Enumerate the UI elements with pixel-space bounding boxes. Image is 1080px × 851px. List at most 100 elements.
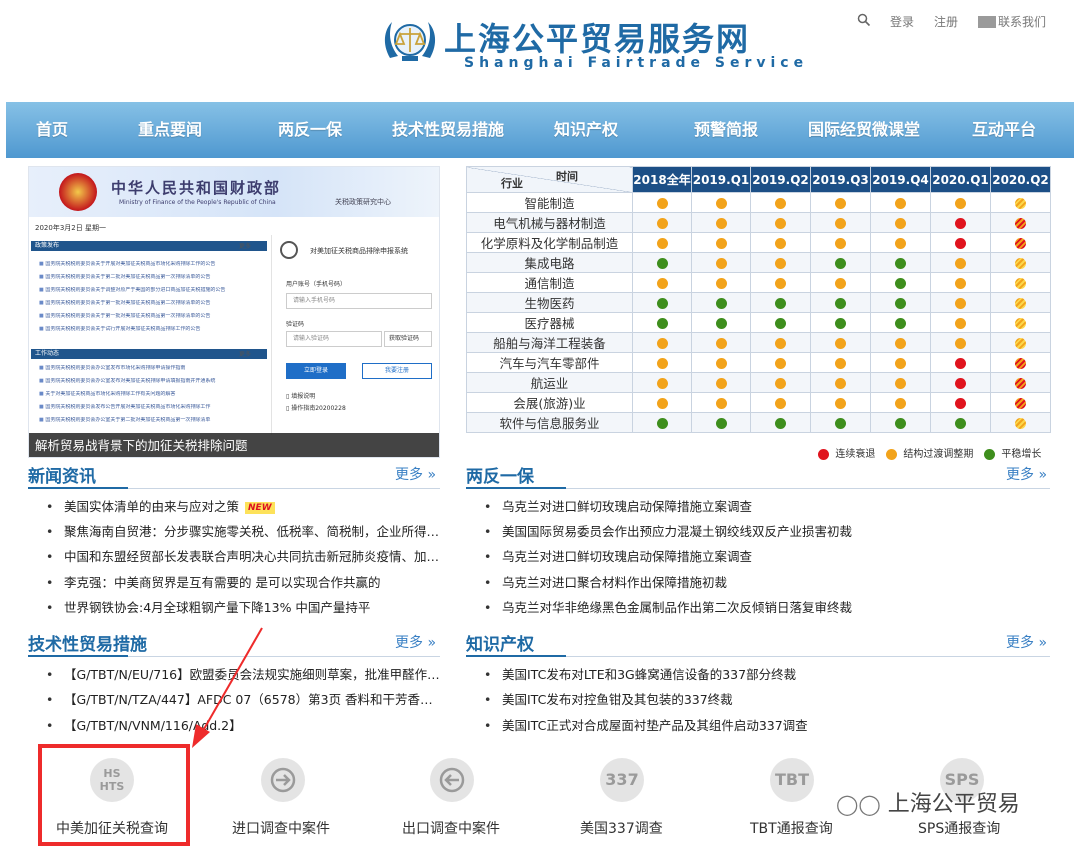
status-dot-icon (1015, 417, 1026, 429)
status-dot-icon (955, 257, 966, 269)
table-row: 通信制造 (466, 272, 1051, 293)
status-dot-icon (715, 197, 727, 209)
ip-item[interactable]: 美国ITC发布对控鱼钳及其包装的337终裁 (484, 689, 1050, 708)
status-dot-icon (1015, 317, 1026, 329)
register-link[interactable]: 注册 (934, 13, 958, 30)
status-dot-icon (775, 417, 786, 429)
status-cell (691, 332, 751, 353)
status-cell (930, 192, 991, 213)
login-link[interactable]: 登录 (890, 13, 914, 30)
status-dot-icon (1015, 297, 1026, 309)
tool-337[interactable]: 337 (600, 758, 644, 802)
tool-label[interactable]: TBT通报查询 (750, 818, 833, 838)
status-cell (870, 192, 931, 213)
tool-export-cases[interactable] (430, 758, 474, 802)
ip-item[interactable]: 美国ITC正式对合成屋面衬垫产品及其组件启动337调查 (484, 715, 1050, 734)
banner-register-button: 我要注册 (362, 363, 432, 379)
news-section-title[interactable]: 新闻资讯 (28, 462, 96, 487)
status-dot-icon (715, 357, 727, 369)
nav-microclass[interactable]: 国际经贸微课堂 (808, 102, 920, 158)
trade-more-link[interactable]: 更多 » (1006, 464, 1047, 484)
nav-tbt[interactable]: 技术性贸易措施 (392, 102, 504, 158)
feature-banner[interactable]: 中华人民共和国财政部 Ministry of Finance of the Pe… (28, 166, 440, 458)
status-dot-icon (656, 257, 668, 269)
nav-warning[interactable]: 预警简报 (694, 102, 758, 158)
list-item: 国务院关税税则委员会发布公告开展对美加征关税商品市场化采购排除工作 (39, 404, 269, 411)
search-icon[interactable] (857, 13, 871, 30)
status-dot-icon (775, 257, 786, 269)
nav-anti-dumping[interactable]: 两反一保 (278, 102, 342, 158)
status-cell (632, 212, 692, 233)
industry-name: 软件与信息服务业 (466, 412, 633, 433)
tbt-more-link[interactable]: 更多 » (395, 632, 436, 652)
status-dot-icon (835, 377, 846, 389)
status-cell (990, 252, 1051, 273)
status-cell (750, 332, 811, 353)
status-cell (930, 372, 991, 393)
period-header: 2018全年 (632, 166, 692, 193)
trade-item[interactable]: 乌克兰对华非绝缘黑色金属制品作出第二次反倾销日落复审终裁 (484, 597, 1050, 616)
nav-key-news[interactable]: 重点要闻 (138, 102, 202, 158)
ip-more-link[interactable]: 更多 » (1006, 632, 1047, 652)
status-dot-icon (955, 377, 966, 389)
mail-icon (978, 16, 996, 28)
nav-home[interactable]: 首页 (36, 102, 68, 158)
news-item[interactable]: 李克强：中美商贸界是互有需要的 是可以实现合作共赢的 (46, 572, 440, 591)
news-item[interactable]: 聚焦海南自贸港：分步骤实施零关税、低税率、简税制，企业所得税优惠 (46, 521, 440, 540)
list-item: 国务院关税税则委员会关于调整对原产于美国的部分进口商品加征关税措施的公告 (39, 287, 269, 294)
status-cell (930, 352, 991, 373)
nav-ip[interactable]: 知识产权 (554, 102, 618, 158)
trade-remedy-section-title[interactable]: 两反一保 (466, 462, 534, 487)
tbt-section-title[interactable]: 技术性贸易措施 (28, 630, 147, 655)
status-dot-icon (775, 377, 786, 389)
site-logo-icon[interactable] (380, 14, 440, 70)
site-title[interactable]: 上海公平贸易服务网 (444, 14, 750, 60)
status-cell (750, 392, 811, 413)
status-cell (810, 332, 871, 353)
status-dot-icon (835, 217, 846, 229)
list-item: 国务院关税税则委员会办公室发布市场化采购排除申请操作指南 (39, 365, 269, 372)
status-dot-icon (895, 357, 906, 369)
news-item[interactable]: 世界钢铁协会:4月全球粗钢产量下降13% 中国产量持平 (46, 597, 440, 616)
contact-link[interactable]: 联系我们 (978, 13, 1046, 30)
tool-import-cases[interactable] (261, 758, 305, 802)
status-cell (691, 232, 751, 253)
status-dot-icon (1015, 257, 1026, 269)
ip-section-title[interactable]: 知识产权 (466, 630, 534, 655)
tool-label[interactable]: 进口调查中案件 (232, 818, 330, 838)
trade-item[interactable]: 美国国际贸易委员会作出预应力混凝土钢绞线双反产业损害初裁 (484, 521, 1050, 540)
status-cell (810, 392, 871, 413)
tool-label[interactable]: 出口调查中案件 (402, 818, 500, 838)
status-dot-icon (895, 197, 906, 209)
tool-label[interactable]: 美国337调查 (580, 818, 663, 838)
status-cell (990, 312, 1051, 333)
banner-caption[interactable]: 解析贸易战背景下的加征关税排除问题 (29, 433, 439, 457)
nav-interaction[interactable]: 互动平台 (972, 102, 1036, 158)
industry-name: 化学原料及化学制品制造 (466, 232, 633, 253)
trade-item[interactable]: 乌克兰对进口鲜切玫瑰启动保障措施立案调查 (484, 546, 1050, 565)
status-cell (750, 212, 811, 233)
status-cell (750, 372, 811, 393)
trade-item[interactable]: 乌克兰对进口鲜切玫瑰启动保障措施立案调查 (484, 496, 1050, 515)
status-cell (750, 252, 811, 273)
status-dot-icon (955, 357, 966, 369)
status-cell (810, 272, 871, 293)
industry-name: 智能制造 (466, 192, 633, 213)
status-cell (990, 332, 1051, 353)
ip-item[interactable]: 美国ITC发布对LTE和3G蜂窝通信设备的337部分终裁 (484, 664, 1050, 683)
industry-name: 医疗器械 (466, 312, 633, 333)
status-cell (632, 192, 692, 213)
news-item[interactable]: 中国和东盟经贸部长发表联合声明决心共同抗击新冠肺炎疫情、加强经贸合作 (46, 546, 440, 565)
status-dot-icon (1015, 377, 1026, 389)
list-item: 国务院关税税则委员会办公室关于第二批对美加征关税商品第一次排除清单 (39, 417, 269, 424)
news-item[interactable]: 美国实体清单的由来与应对之策NEW (46, 496, 440, 515)
legend-decline: 连续衰退 (818, 445, 875, 460)
news-more-link[interactable]: 更多 » (395, 464, 436, 484)
annotation-arrow-icon (192, 627, 263, 748)
status-dot-icon (656, 317, 668, 329)
status-dot-icon (895, 297, 906, 309)
tool-tbt[interactable]: TBT (770, 758, 814, 802)
tool-label[interactable]: SPS通报查询 (918, 818, 1000, 838)
status-dot-icon (835, 277, 846, 289)
trade-item[interactable]: 乌克兰对进口聚合材料作出保障措施初裁 (484, 572, 1050, 591)
